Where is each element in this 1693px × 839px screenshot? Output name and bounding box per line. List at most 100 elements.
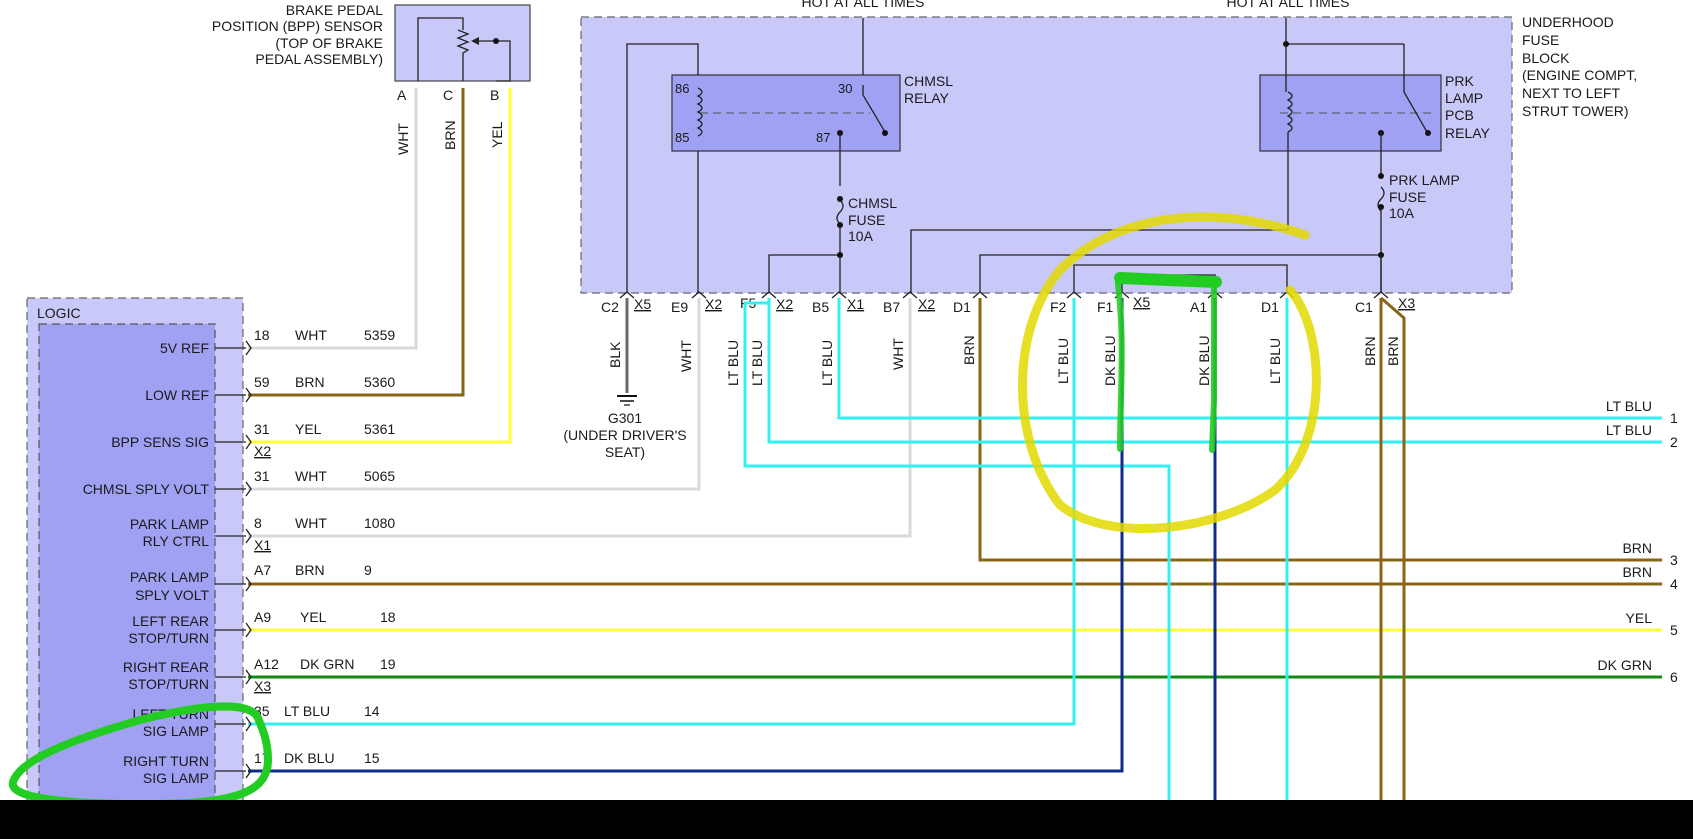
fuse-block-title-line: UNDERHOOD [1522, 14, 1614, 30]
drop-wire-label: WHT [678, 340, 694, 372]
relay-pin-label: 87 [816, 130, 830, 145]
drop-wire-label: LT BLU [1055, 338, 1071, 384]
output-number: 6 [1670, 669, 1678, 685]
row-color: BRN [295, 562, 325, 578]
row-conn: X1 [254, 537, 271, 553]
output-number: 2 [1670, 434, 1678, 450]
row-pin: 31 [254, 421, 270, 437]
logic-row-wire-labels: 18 WHT 5359 59 BRN 5360 31 YEL 5361 X2 3… [254, 327, 396, 766]
logic-row-label: 5V REF [160, 340, 209, 356]
connector-id-label: X2 [918, 296, 935, 312]
output-number: 1 [1670, 410, 1678, 426]
row-color: WHT [295, 515, 327, 531]
sensor-wire-label: YEL [489, 121, 505, 148]
prk-relay-label: PCB [1445, 107, 1474, 123]
row-pin: A12 [254, 656, 279, 672]
row-circuit: 5065 [364, 468, 395, 484]
sensor-pin-label: C [443, 87, 453, 103]
row-color: LT BLU [284, 703, 330, 719]
logic-row-label: SIG LAMP [143, 770, 209, 786]
connector-id-label: X2 [776, 296, 793, 312]
row-circuit: 5360 [364, 374, 395, 390]
drop-wire-label: LT BLU [819, 340, 835, 386]
row-circuit: 1080 [364, 515, 395, 531]
connector-pin-label: D1 [1261, 299, 1279, 315]
sensor-title-line: POSITION (BPP) SENSOR [212, 18, 383, 34]
fuse-block-title-line: (ENGINE COMPT, [1522, 67, 1637, 83]
green-mark-highlight [1114, 272, 1222, 288]
hot-at-all-times-label: HOT AT ALL TIMES [1227, 0, 1350, 10]
row-pin: A7 [254, 562, 271, 578]
fuse-block-title-line: BLOCK [1522, 50, 1570, 66]
logic-title: LOGIC [37, 305, 81, 321]
row-pin: 18 [254, 327, 270, 343]
output-number: 4 [1670, 576, 1678, 592]
row-pin: 8 [254, 515, 262, 531]
ground-label-line: G301 [608, 410, 642, 426]
drop-wire-label: BRN [1362, 336, 1378, 366]
ground-label-line: SEAT) [605, 444, 645, 460]
relay-pin-label: 86 [675, 81, 689, 96]
logic-row-label: RIGHT TURN [123, 753, 209, 769]
drop-wire-label: LT BLU [1267, 338, 1283, 384]
bpp-sensor: BRAKE PEDAL POSITION (BPP) SENSOR (TOP O… [212, 2, 531, 155]
logic-row-label: PARK LAMP [130, 516, 209, 532]
wiring-diagram: BRAKE PEDAL POSITION (BPP) SENSOR (TOP O… [8, 0, 1678, 809]
drop-wire-label: WHT [890, 338, 906, 370]
relay-pin-label: 85 [675, 130, 689, 145]
logic-module: LOGIC [26, 297, 244, 809]
drop-wire-label: DK BLU [1102, 335, 1118, 386]
hot-at-all-times-label: HOT AT ALL TIMES [802, 0, 925, 10]
fuse-block-title-line: NEXT TO LEFT [1522, 85, 1620, 101]
connector-id-label: X1 [847, 296, 864, 312]
row-circuit: 18 [380, 609, 396, 625]
row-circuit: 14 [364, 703, 380, 719]
row-circuit: 19 [380, 656, 396, 672]
sensor-wire-label: BRN [442, 120, 458, 150]
output-number: 5 [1670, 622, 1678, 638]
sensor-title-line: BRAKE PEDAL [286, 2, 383, 18]
logic-row-label: SIG LAMP [143, 723, 209, 739]
output-number: 3 [1670, 552, 1678, 568]
drop-wire-label: DK BLU [1196, 335, 1212, 386]
sensor-pin-label: B [490, 87, 499, 103]
row-color: YEL [300, 609, 327, 625]
logic-row-label: RLY CTRL [143, 533, 210, 549]
connector-pin-label: D1 [953, 299, 971, 315]
prk-relay-label: RELAY [1445, 125, 1491, 141]
ground-label-line: (UNDER DRIVER'S [563, 427, 686, 443]
bottom-bar [0, 800, 1693, 839]
sensor-title-line: (TOP OF BRAKE [275, 35, 383, 51]
connector-pin-label: B5 [812, 299, 829, 315]
chmsl-relay-label: RELAY [904, 90, 950, 106]
row-pin: 59 [254, 374, 270, 390]
drop-wire-label: BRN [961, 335, 977, 365]
drop-wire-label: LT BLU [749, 340, 765, 386]
row-color: YEL [295, 421, 322, 437]
output-color: BRN [1622, 540, 1652, 556]
chmsl-fuse-label: FUSE [848, 212, 885, 228]
row-pin: 31 [254, 468, 270, 484]
logic-row-label: SPLY VOLT [135, 587, 209, 603]
fuse-block-title-line: STRUT TOWER) [1522, 103, 1629, 119]
output-color: YEL [1626, 610, 1653, 626]
prk-relay-label: LAMP [1445, 90, 1483, 106]
drop-wire-label: LT BLU [725, 340, 741, 386]
row-conn: X2 [254, 443, 271, 459]
relay-pin-label: 30 [838, 81, 852, 96]
logic-row-label: BPP SENS SIG [111, 434, 209, 450]
underhood-fuse-block: UNDERHOOD FUSE BLOCK (ENGINE COMPT, NEXT… [580, 14, 1637, 315]
drop-wire-label: BRN [1385, 336, 1401, 366]
sensor-wire-label: WHT [395, 123, 411, 155]
logic-row-label: CHMSL SPLY VOLT [83, 481, 210, 497]
connector-id-label: X5 [1133, 294, 1150, 310]
chmsl-relay-label: CHMSL [904, 73, 953, 89]
prk-fuse-label: PRK LAMP [1389, 172, 1460, 188]
chmsl-fuse-label: 10A [848, 228, 874, 244]
ground-symbol: G301 (UNDER DRIVER'S SEAT) [563, 395, 687, 460]
connector-pin-label: B7 [883, 299, 900, 315]
logic-row-label: STOP/TURN [128, 630, 209, 646]
connector-id-label: X3 [1398, 295, 1415, 311]
logic-row-label: PARK LAMP [130, 569, 209, 585]
logic-row-label: STOP/TURN [128, 676, 209, 692]
